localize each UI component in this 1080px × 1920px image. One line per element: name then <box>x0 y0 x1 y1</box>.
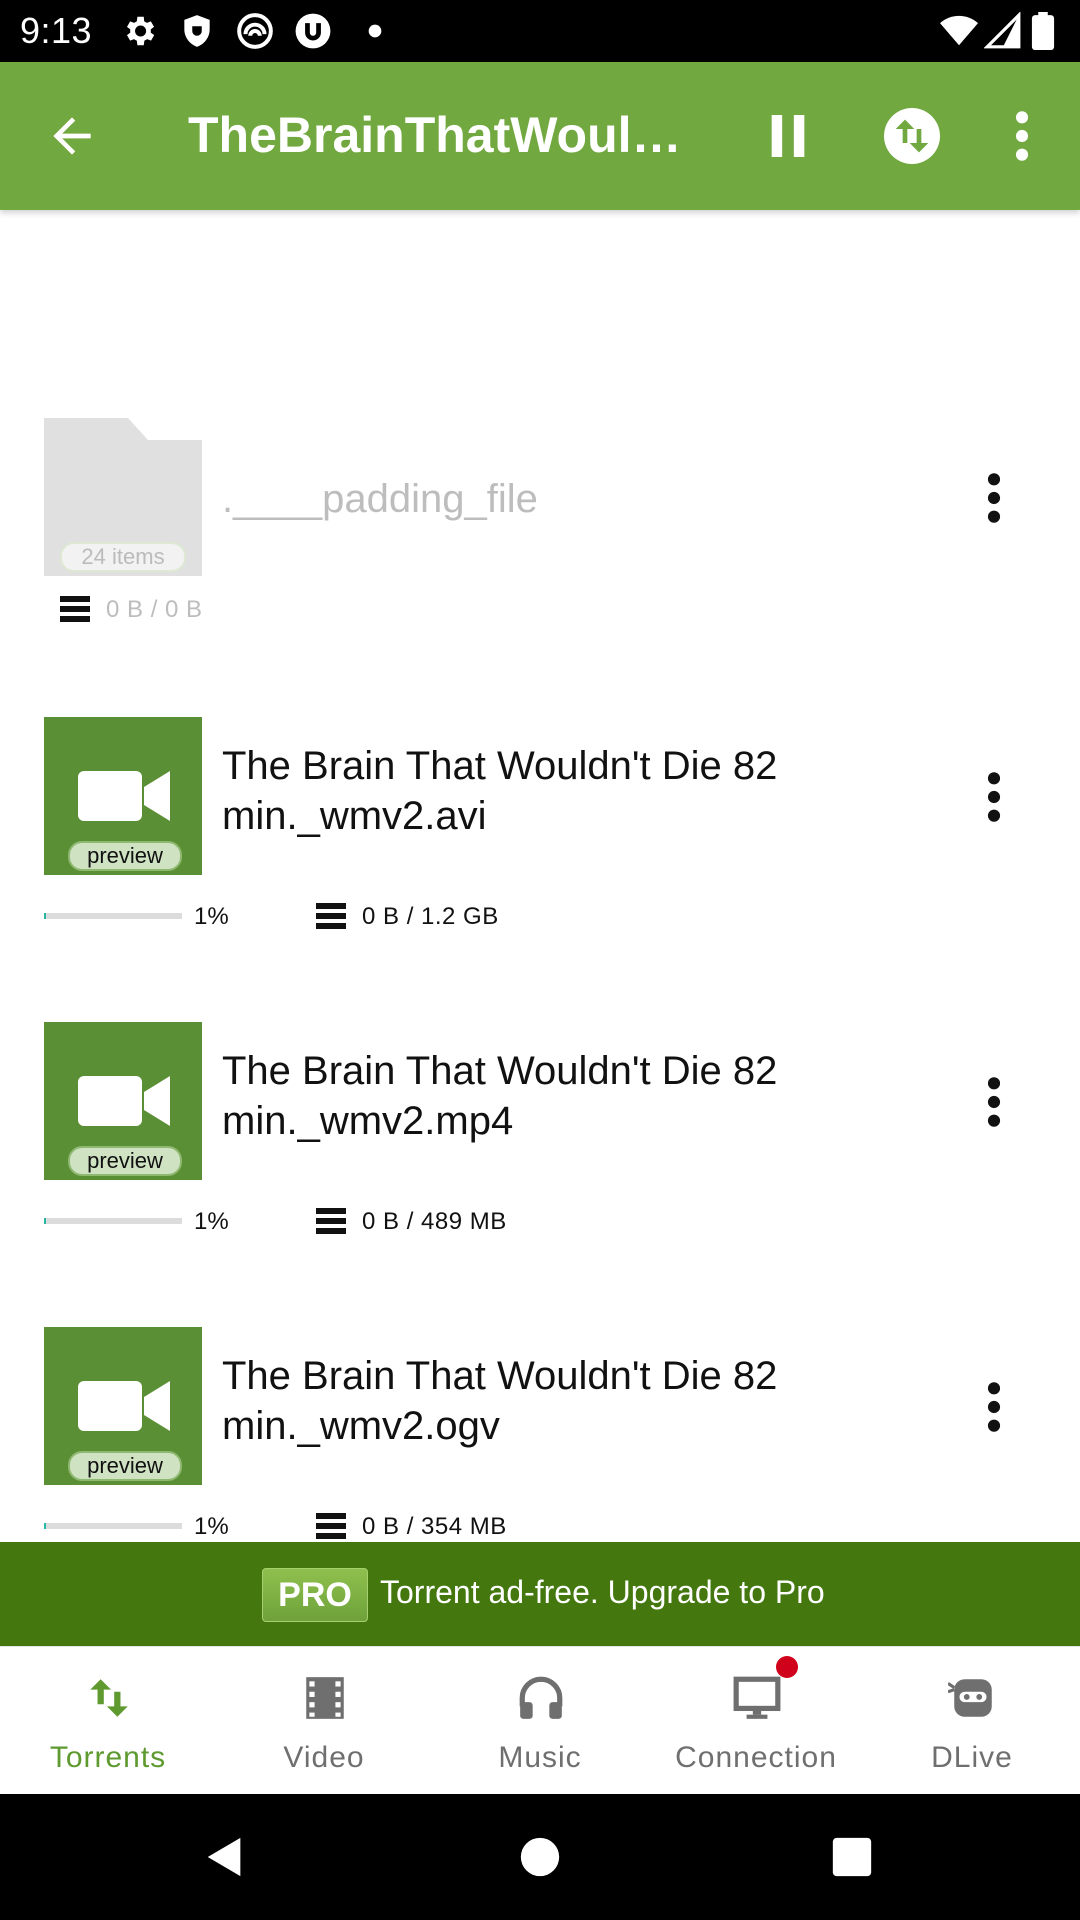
nav-dlive[interactable]: DLive <box>864 1647 1080 1795</box>
cell-signal-icon <box>984 12 1021 49</box>
item-more-icon[interactable] <box>978 470 1010 526</box>
video-thumbnail[interactable]: preview <box>44 1327 202 1485</box>
storage-icon <box>316 1513 346 1539</box>
nav-label: Torrents <box>49 1741 167 1774</box>
nav-label: DLive <box>931 1741 1013 1774</box>
progress-fill <box>44 1523 47 1529</box>
transfer-icon[interactable] <box>884 108 940 164</box>
file-item[interactable]: preview The Brain That Wouldn't Die 82 m… <box>0 1022 1080 1282</box>
recents-square-icon[interactable] <box>829 1834 875 1880</box>
item-more-icon[interactable] <box>978 769 1010 825</box>
status-time: 9:13 <box>20 10 93 51</box>
progress-bar <box>44 1523 182 1529</box>
nav-torrents[interactable]: Torrents <box>0 1647 216 1795</box>
progress-fill <box>44 913 47 919</box>
item-more-icon[interactable] <box>978 1379 1010 1435</box>
progress-percent: 1% <box>194 1208 229 1235</box>
progress-percent: 1% <box>194 1513 229 1540</box>
file-name: The Brain That Wouldn't Die 82 min._wmv2… <box>222 1354 778 1448</box>
file-name: .____padding_file <box>222 477 538 521</box>
storage-text: 0 B / 0 B <box>106 596 203 623</box>
progress-percent: 1% <box>194 903 229 930</box>
status-bar: 9:13 <box>0 0 1080 62</box>
preview-badge[interactable]: preview <box>68 1451 182 1481</box>
nav-music[interactable]: Music <box>432 1647 648 1795</box>
pause-icon[interactable] <box>760 108 816 164</box>
app-bar: TheBrainThatWoul… <box>0 62 1080 210</box>
dlive-icon <box>948 1679 992 1717</box>
utorrent-icon <box>295 13 331 49</box>
progress-bar <box>44 1218 182 1224</box>
video-thumbnail[interactable]: preview <box>44 1022 202 1180</box>
file-name: The Brain That Wouldn't Die 82 min._wmv2… <box>222 1049 778 1143</box>
torrent-title: TheBrainThatWoul… <box>188 107 682 163</box>
nav-label: Video <box>283 1741 365 1774</box>
headphones-icon <box>519 1676 563 1719</box>
storage-icon <box>316 903 346 929</box>
upgrade-banner[interactable]: PRO Torrent ad-free. Upgrade to Pro <box>0 1542 1080 1646</box>
preview-badge[interactable]: preview <box>68 841 182 871</box>
film-icon <box>306 1677 344 1719</box>
home-circle-icon[interactable] <box>517 1834 563 1880</box>
battery-icon <box>1031 12 1055 50</box>
preview-badge[interactable]: preview <box>68 1146 182 1176</box>
storage-text: 0 B / 354 MB <box>362 1513 507 1540</box>
swirl-app-icon <box>237 13 273 49</box>
file-name: The Brain That Wouldn't Die 82 min._wmv2… <box>222 744 778 838</box>
file-item-padding[interactable]: 24 items .____padding_file 0 B / 0 B <box>0 418 1080 678</box>
more-vert-icon[interactable] <box>1000 108 1044 164</box>
notification-dot <box>776 1656 798 1678</box>
storage-text: 0 B / 1.2 GB <box>362 903 499 930</box>
back-arrow-icon[interactable] <box>44 108 100 164</box>
shield-icon <box>184 15 210 47</box>
nav-connection[interactable]: Connection <box>648 1647 864 1795</box>
progress-bar <box>44 913 182 919</box>
wifi-icon <box>940 15 978 46</box>
nav-label: Connection <box>675 1741 837 1774</box>
upgrade-text[interactable]: Torrent ad-free. Upgrade to Pro <box>380 1574 825 1611</box>
video-thumbnail[interactable]: preview <box>44 717 202 875</box>
item-more-icon[interactable] <box>978 1074 1010 1130</box>
monitor-icon <box>733 1676 781 1719</box>
file-list[interactable]: 24 items .____padding_file 0 B / 0 B pre… <box>0 210 1080 1542</box>
dot-icon <box>368 24 382 38</box>
back-triangle-icon[interactable] <box>202 1834 248 1880</box>
nav-video[interactable]: Video <box>216 1647 432 1795</box>
storage-text: 0 B / 489 MB <box>362 1208 507 1235</box>
items-count-badge: 24 items <box>60 542 186 572</box>
progress-fill <box>44 1218 47 1224</box>
file-item[interactable]: preview The Brain That Wouldn't Die 82 m… <box>0 717 1080 977</box>
settings-icon <box>126 16 155 46</box>
pro-badge: PRO <box>262 1568 368 1622</box>
storage-icon <box>60 596 90 622</box>
folder-thumbnail: 24 items <box>44 418 202 576</box>
bottom-nav: Torrents Video Music Connection DLive <box>0 1646 1080 1795</box>
transfer-arrows-icon <box>90 1679 128 1717</box>
system-nav-bar <box>0 1794 1080 1920</box>
nav-label: Music <box>498 1741 582 1774</box>
storage-icon <box>316 1208 346 1234</box>
file-item[interactable]: preview The Brain That Wouldn't Die 82 m… <box>0 1327 1080 1542</box>
